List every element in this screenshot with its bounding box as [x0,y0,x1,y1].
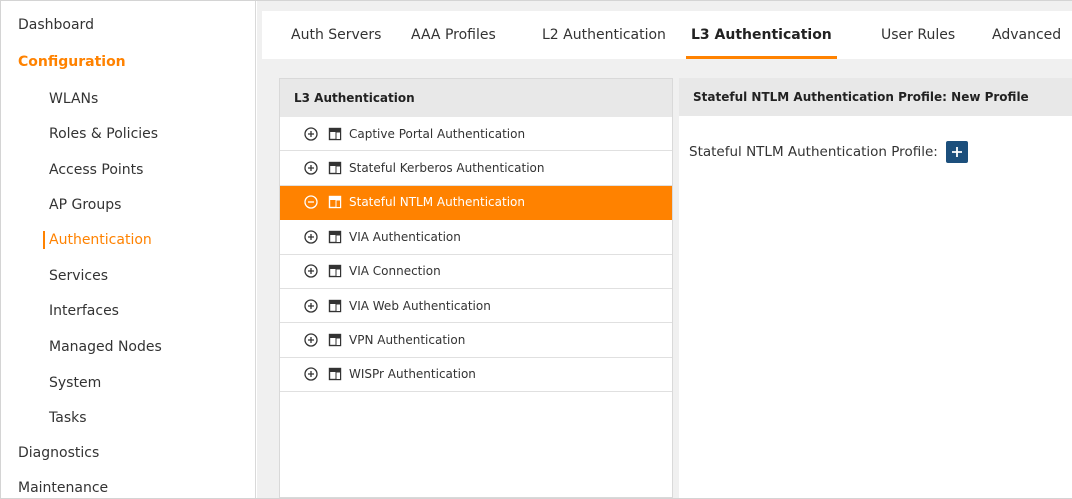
folder-icon [328,264,342,278]
tab-label: L3 Authentication [691,27,832,43]
folder-icon [328,230,342,244]
collapse-minus-icon[interactable] [304,195,318,210]
sidebar-item-label: Diagnostics [18,445,100,461]
expand-plus-icon[interactable] [304,264,318,278]
tree-item-via-authentication[interactable]: VIA Authentication [280,220,672,255]
tree-item-captive-portal[interactable]: Captive Portal Authentication [280,117,672,152]
sidebar-item-label: AP Groups [49,197,122,213]
tree-item-label: VPN Authentication [349,333,466,348]
expand-plus-icon[interactable] [304,127,318,141]
expand-plus-icon[interactable] [304,298,318,313]
sidebar-item-tasks[interactable]: Tasks [1,400,256,436]
tree-item-label: VIA Connection [349,264,441,279]
sidebar-item-wlans[interactable]: WLANs [1,81,256,117]
tree-item-label: Stateful Kerberos Authentication [349,161,545,176]
tree-item-label: VIA Web Authentication [349,298,491,313]
tab-label: L2 Authentication [542,27,666,43]
folder-icon [328,127,342,141]
tree-item-stateful-ntlm[interactable]: Stateful NTLM Authentication [280,185,672,221]
sidebar-item-label: Dashboard [18,17,94,33]
panel-title: L3 Authentication [294,91,415,105]
sidebar-item-label: Roles & Policies [49,126,159,142]
sidebar-item-access-points[interactable]: Access Points [1,152,256,188]
main-content: Auth Servers AAA Profiles L2 Authenticat… [257,1,1072,498]
sidebar-item-label: Services [49,268,109,284]
sidebar-item-dashboard[interactable]: Dashboard [1,7,256,43]
sidebar-item-maintenance[interactable]: Maintenance [1,470,256,499]
tab-auth-servers[interactable]: Auth Servers [291,11,381,59]
tab-l3-authentication[interactable]: L3 Authentication [686,11,837,59]
tab-label: Auth Servers [291,27,382,43]
sidebar-item-label: Tasks [49,410,87,426]
tree-item-label: WISPr Authentication [349,367,476,382]
expand-plus-icon[interactable] [304,161,318,175]
profile-field-row: Stateful NTLM Authentication Profile: [689,141,968,163]
active-indicator [43,231,45,249]
sidebar-item-label: WLANs [49,91,99,107]
tree-item-stateful-kerberos[interactable]: Stateful Kerberos Authentication [280,151,672,186]
folder-icon [328,367,342,381]
folder-icon [328,195,342,209]
sidebar-section-label: Configuration [18,54,126,70]
tree-item-label: Captive Portal Authentication [349,126,526,141]
sidebar-item-roles-policies[interactable]: Roles & Policies [1,116,256,152]
sidebar-item-label: Maintenance [18,480,109,496]
tree-item-vpn-authentication[interactable]: VPN Authentication [280,323,672,358]
sidebar-item-services[interactable]: Services [1,258,256,294]
sidebar-item-ap-groups[interactable]: AP Groups [1,187,256,223]
expand-plus-icon[interactable] [304,367,318,382]
sidebar-item-label: Managed Nodes [49,339,162,355]
panel-header: Stateful NTLM Authentication Profile: Ne… [679,78,1072,116]
folder-icon [328,299,342,313]
tree-item-label: Stateful NTLM Authentication [349,195,525,210]
add-profile-button[interactable] [945,141,968,163]
profile-field-label: Stateful NTLM Authentication Profile: [689,144,938,160]
tree-item-via-web-authentication[interactable]: VIA Web Authentication [280,289,672,324]
panel-header: L3 Authentication [280,79,672,117]
panel-title: Stateful NTLM Authentication Profile: Ne… [693,90,1029,104]
tab-aaa-profiles[interactable]: AAA Profiles [411,11,496,59]
tree-item-via-connection[interactable]: VIA Connection [280,255,672,289]
sidebar-item-interfaces[interactable]: Interfaces [1,293,256,329]
sidebar-item-system[interactable]: System [1,365,256,401]
sidebar-item-authentication[interactable]: Authentication [1,222,256,258]
folder-icon [328,333,342,347]
sidebar-item-label: Interfaces [49,303,119,319]
sidebar-item-managed-nodes[interactable]: Managed Nodes [1,329,256,365]
tab-label: Advanced [992,27,1062,43]
expand-plus-icon[interactable] [304,333,318,347]
plus-icon [951,147,962,157]
tree-item-wispr-authentication[interactable]: WISPr Authentication [280,358,672,393]
sidebar-item-diagnostics[interactable]: Diagnostics [1,435,256,471]
folder-icon [328,161,342,175]
sidebar-item-label: System [49,375,102,391]
tab-bar: Auth Servers AAA Profiles L2 Authenticat… [262,11,1072,59]
l3-authentication-panel: L3 Authentication Captive Portal Authent… [279,78,673,498]
active-tab-underline [686,56,837,59]
sidebar-nav: Dashboard Configuration WLANs Roles & Po… [1,1,256,498]
sidebar-section-configuration[interactable]: Configuration [1,44,256,80]
expand-plus-icon[interactable] [304,230,318,244]
tab-label: AAA Profiles [411,27,496,43]
profile-detail-panel: Stateful NTLM Authentication Profile: Ne… [679,78,1072,498]
sidebar-item-label: Authentication [49,232,152,248]
tab-l2-authentication[interactable]: L2 Authentication [542,11,666,59]
sidebar-item-label: Access Points [49,162,144,178]
tab-label: User Rules [881,27,956,43]
tab-advanced[interactable]: Advanced [992,11,1061,59]
tab-user-rules[interactable]: User Rules [881,11,955,59]
tree-item-label: VIA Authentication [349,229,461,244]
